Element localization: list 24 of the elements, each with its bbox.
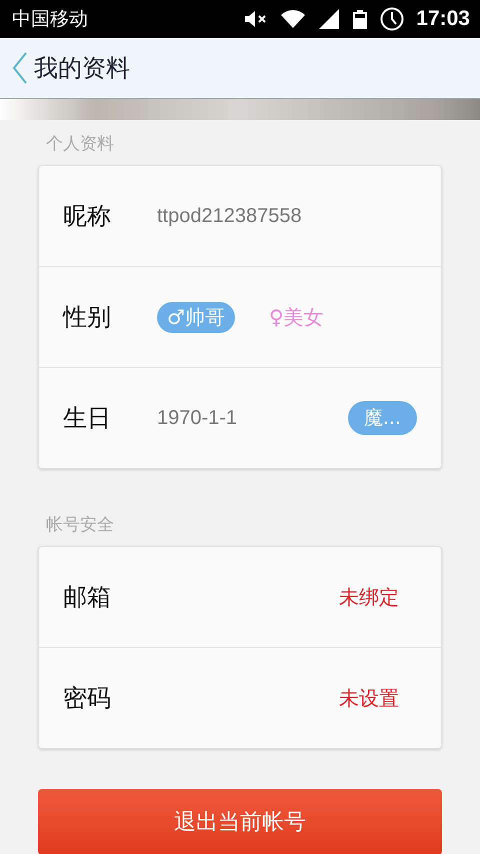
field-label: 昵称 — [63, 201, 112, 232]
field-label: 性别 — [63, 302, 112, 333]
page-title: 我的资料 — [34, 53, 130, 84]
logout-button[interactable]: 退出当前帐号 — [38, 789, 442, 854]
carrier-name: 中国移动 — [12, 7, 88, 32]
wifi-icon — [280, 9, 306, 29]
mute-icon — [244, 10, 268, 28]
gender-option[interactable]: ♂帅哥 — [157, 302, 235, 332]
signal-icon — [318, 9, 340, 29]
section-label: 个人资料 — [45, 133, 115, 156]
status-value[interactable]: 未设置 — [339, 684, 399, 712]
clock-icon — [380, 7, 404, 31]
clock-time: 17:03 — [416, 7, 470, 31]
gender-option[interactable]: ♀美女 — [258, 302, 334, 332]
status-value[interactable]: 未绑定 — [339, 584, 399, 610]
field-label: 邮箱 — [63, 582, 112, 613]
section-label: 帐号安全 — [45, 514, 115, 537]
zodiac-badge: 魔... — [348, 401, 417, 435]
field-label: 生日 — [63, 403, 112, 434]
battery-icon — [352, 9, 368, 29]
back-icon[interactable] — [12, 52, 28, 84]
birthday-value[interactable]: 1970-1-1 — [157, 406, 238, 430]
nickname-value[interactable]: ttpod212387558 — [157, 204, 302, 228]
field-label: 密码 — [63, 683, 112, 714]
